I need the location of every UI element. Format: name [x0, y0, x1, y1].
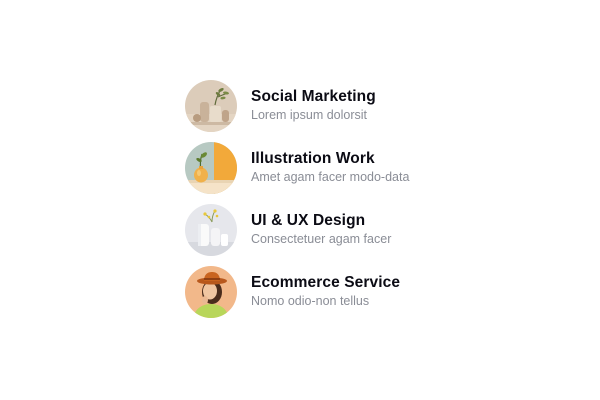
woman-with-hat-thumbnail: [185, 266, 237, 318]
service-subtitle: Consectetuer agam facer: [251, 232, 392, 246]
service-title[interactable]: UI & UX Design: [251, 212, 391, 230]
service-text: Social Marketing Lorem ipsum dolorsit: [251, 88, 376, 123]
service-title[interactable]: Social Marketing: [251, 88, 376, 106]
service-subtitle: Amet agam facer modo-data: [251, 170, 410, 184]
service-subtitle: Nomo odio-non tellus: [251, 294, 370, 308]
white-vases-thumbnail: [185, 204, 237, 256]
orange-vase-thumbnail: [185, 142, 237, 194]
service-text: UI & UX Design Consectetuer agam facer: [251, 212, 391, 247]
service-text: Illustration Work Amet agam facer modo-d…: [251, 150, 409, 185]
page: Social Marketing Lorem ipsum dolorsit Il…: [0, 0, 600, 400]
service-text: Ecommerce Service Nomo odio-non tellus: [251, 274, 400, 309]
service-title[interactable]: Illustration Work: [251, 150, 409, 168]
service-title[interactable]: Ecommerce Service: [251, 274, 400, 292]
vases-with-plant-thumbnail: [185, 80, 237, 132]
service-subtitle: Lorem ipsum dolorsit: [251, 108, 368, 122]
